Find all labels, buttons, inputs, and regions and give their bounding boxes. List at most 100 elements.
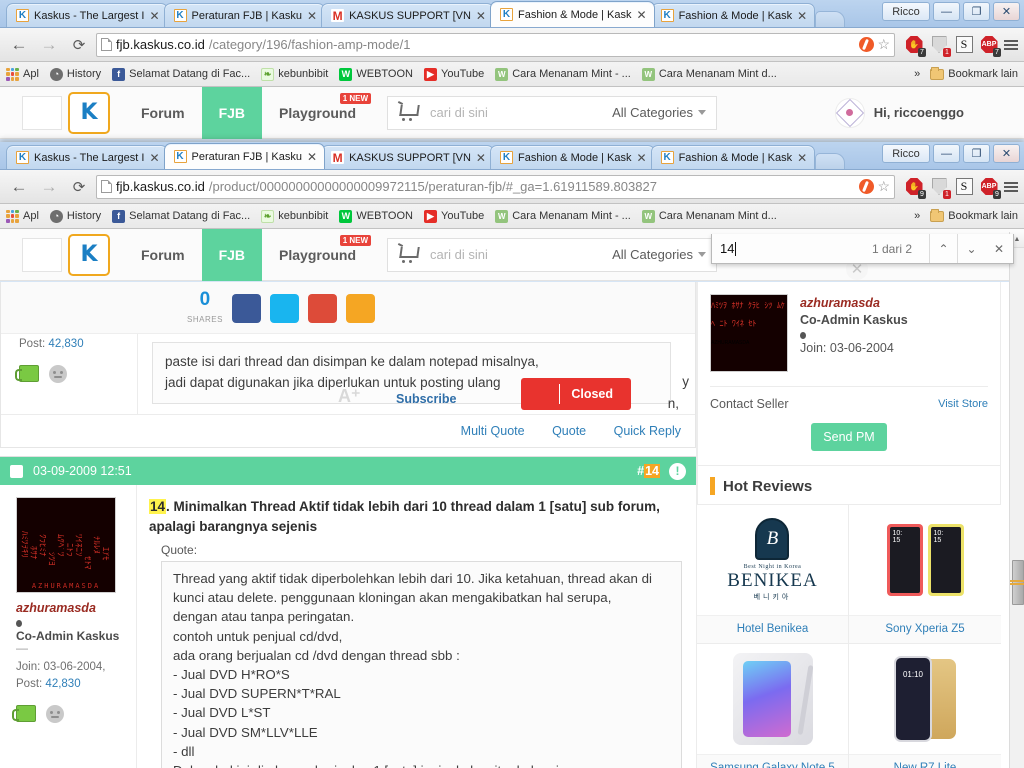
ghostery-icon[interactable]: ✋ 7 [904, 35, 926, 57]
adblock-plus-icon[interactable]: ABP 7 [979, 35, 1001, 57]
multi-quote-button[interactable]: Multi Quote [461, 424, 525, 438]
bookmark-youtube[interactable]: ▶ YouTube [424, 67, 484, 81]
search-input[interactable]: cari di sini [430, 247, 602, 262]
profile-chip[interactable]: Ricco [882, 2, 930, 21]
ghostery-icon[interactable] [859, 179, 875, 194]
quote-button[interactable]: Quote [552, 424, 586, 438]
review-caption[interactable]: New R7 Lite [849, 754, 1001, 768]
close-icon[interactable]: ✕ [797, 152, 807, 164]
address-bar[interactable]: fjb.kaskus.co.id /category/196/fashion-a… [96, 32, 895, 57]
bookmark-webtoon[interactable]: W WEBTOON [339, 209, 413, 223]
bookmark-other-folder[interactable]: Bookmark lain [930, 208, 1018, 222]
bookmark-apps[interactable]: Apl [6, 67, 39, 81]
review-card[interactable]: B Best Night in Korea BENIKEA 베니키아 Hotel… [697, 505, 849, 644]
browser-tab-active[interactable]: K Peraturan FJB | Kasku ✕ [163, 143, 326, 169]
minimize-button[interactable]: — [933, 2, 960, 21]
bookmark-kebunbibit[interactable]: ❧ kebunbibit [261, 209, 328, 223]
forward-icon[interactable]: → [36, 32, 62, 58]
find-bar[interactable]: 14 1 dari 2 ⌃ ⌄ ✕ [711, 234, 1014, 264]
reload-icon[interactable]: ⟳ [66, 174, 92, 200]
nav-forum[interactable]: Forum [124, 229, 202, 281]
bookmark-youtube[interactable]: ▶ YouTube [424, 209, 484, 223]
browser-tab[interactable]: K Fashion & Mode | Kask ✕ [650, 3, 816, 27]
nav-fjb[interactable]: FJB [201, 228, 263, 281]
close-icon[interactable]: ✕ [149, 152, 159, 164]
wot-shield-icon[interactable]: 1 [929, 35, 951, 57]
send-pm-button[interactable]: Send PM [811, 423, 887, 451]
back-icon[interactable]: ← [6, 32, 32, 58]
bookmark-wikihow-2[interactable]: W Cara Menanam Mint d... [641, 67, 777, 81]
minimize-button[interactable]: — [933, 144, 960, 163]
find-input[interactable]: 14 1 dari 2 [712, 234, 929, 263]
avatar[interactable]: ﾊﾐﾂｦｷﾘ ﾎｻﾅ ｸﾗﾋﾐﾅ ｼﾂﾖ ﾑｹﾍﾟﾂ ﾆﾄﾗ ﾜｲﾈﾆｿ ｾﾄﾏ… [16, 497, 116, 593]
kaskus-search-box-front[interactable]: cari di sini All Categories [387, 237, 718, 272]
report-icon[interactable]: ! [669, 462, 686, 480]
mood-smiley-icon[interactable] [49, 365, 67, 383]
seller-name[interactable]: azhuramasda [800, 296, 908, 310]
reload-icon[interactable]: ⟳ [66, 32, 92, 58]
back-icon[interactable]: ← [6, 174, 32, 200]
bookmark-webtoon[interactable]: W WEBTOON [339, 67, 413, 81]
bookmarks-overflow-icon[interactable]: » [914, 68, 920, 80]
review-card[interactable]: Samsung Galaxy Note 5 [697, 644, 849, 768]
browser-tab[interactable]: M KASKUS SUPPORT [VN ✕ [321, 3, 494, 27]
skype-icon[interactable]: S [954, 35, 974, 55]
category-select[interactable]: All Categories [612, 105, 707, 120]
bookmark-kebunbibit[interactable]: ❧ kebunbibit [261, 67, 328, 81]
browser-tab[interactable]: K Kaskus - The Largest I ✕ [6, 3, 168, 27]
facebook-share-button[interactable] [231, 294, 261, 323]
find-previous-button[interactable]: ⌃ [929, 234, 957, 263]
browser-tab[interactable]: M KASKUS SUPPORT [VN ✕ [321, 145, 494, 169]
adblock-plus-icon[interactable]: ABP 9 [979, 177, 1001, 199]
googleplus-share-button[interactable] [307, 294, 337, 323]
kaskus-search-box-back[interactable]: cari di sini All Categories [387, 95, 718, 130]
kaskus-logo[interactable]: K [68, 233, 110, 276]
review-caption[interactable]: Hotel Benikea [697, 615, 848, 643]
close-icon[interactable]: ✕ [637, 9, 647, 21]
page-scrollbar[interactable]: ▲ [1009, 232, 1024, 768]
find-close-button[interactable]: ✕ [985, 234, 1013, 263]
more-share-button[interactable] [345, 294, 375, 323]
chrome-menu-icon[interactable] [1004, 181, 1018, 192]
bookmark-star-icon[interactable]: ☆ [877, 36, 890, 53]
bookmark-star-icon[interactable]: ☆ [877, 178, 890, 195]
close-icon[interactable]: ✕ [307, 10, 317, 22]
user-greeting-back[interactable]: Hi, riccoenggo [834, 97, 964, 128]
maximize-button[interactable]: ❐ [963, 2, 990, 21]
nav-playground[interactable]: Playground 1 NEW [262, 87, 373, 139]
bookmark-wikihow-1[interactable]: W Cara Menanam Mint - ... [495, 67, 631, 81]
find-next-button[interactable]: ⌄ [957, 234, 985, 263]
bookmark-other-folder[interactable]: Bookmark lain [930, 66, 1018, 80]
nav-fjb[interactable]: FJB [201, 86, 263, 139]
close-icon[interactable]: ✕ [476, 152, 486, 164]
new-tab-button[interactable] [815, 11, 846, 27]
browser-tab[interactable]: K Peraturan FJB | Kasku ✕ [163, 3, 326, 27]
kaskus-logo[interactable]: K [68, 91, 110, 134]
visit-store-link[interactable]: Visit Store [938, 398, 988, 410]
reputation-mug-icon[interactable] [12, 705, 36, 722]
close-icon[interactable]: ✕ [797, 10, 807, 22]
close-icon[interactable]: ✕ [476, 10, 486, 22]
browser-tab[interactable]: K Fashion & Mode | Kask ✕ [650, 145, 816, 169]
address-bar[interactable]: fjb.kaskus.co.id /product/00000000000000… [96, 174, 895, 199]
close-icon[interactable]: ✕ [149, 10, 159, 22]
wot-shield-icon[interactable]: 1 [929, 177, 951, 199]
mood-smiley-icon[interactable] [46, 705, 64, 723]
seller-avatar[interactable]: ﾊﾐﾂｦ ﾎｻﾅ ｸﾗﾋ ｼﾂ ﾑｹﾍ ﾆﾄ ﾜｲﾈ ｾﾄ AZHURAMASD… [710, 294, 788, 372]
close-icon[interactable]: ✕ [637, 152, 647, 164]
new-tab-button[interactable] [815, 153, 846, 169]
search-input[interactable]: cari di sini [430, 105, 602, 120]
forward-icon[interactable]: → [36, 174, 62, 200]
bookmarks-overflow-icon[interactable]: » [914, 210, 920, 222]
bookmark-wikihow-2[interactable]: W Cara Menanam Mint d... [641, 209, 777, 223]
bookmark-history[interactable]: ◔ History [49, 67, 101, 81]
close-window-button[interactable]: ✕ [993, 2, 1020, 21]
bookmark-facebook[interactable]: f Selamat Datang di Fac... [112, 209, 250, 223]
browser-tab[interactable]: K Fashion & Mode | Kask ✕ [489, 145, 655, 169]
nav-forum[interactable]: Forum [124, 87, 202, 139]
twitter-share-button[interactable] [269, 294, 299, 323]
profile-chip[interactable]: Ricco [882, 144, 930, 163]
author-name[interactable]: azhuramasda [16, 601, 136, 615]
review-card[interactable]: 01:10 New R7 Lite [849, 644, 1001, 768]
quick-reply-button[interactable]: Quick Reply [614, 424, 681, 438]
